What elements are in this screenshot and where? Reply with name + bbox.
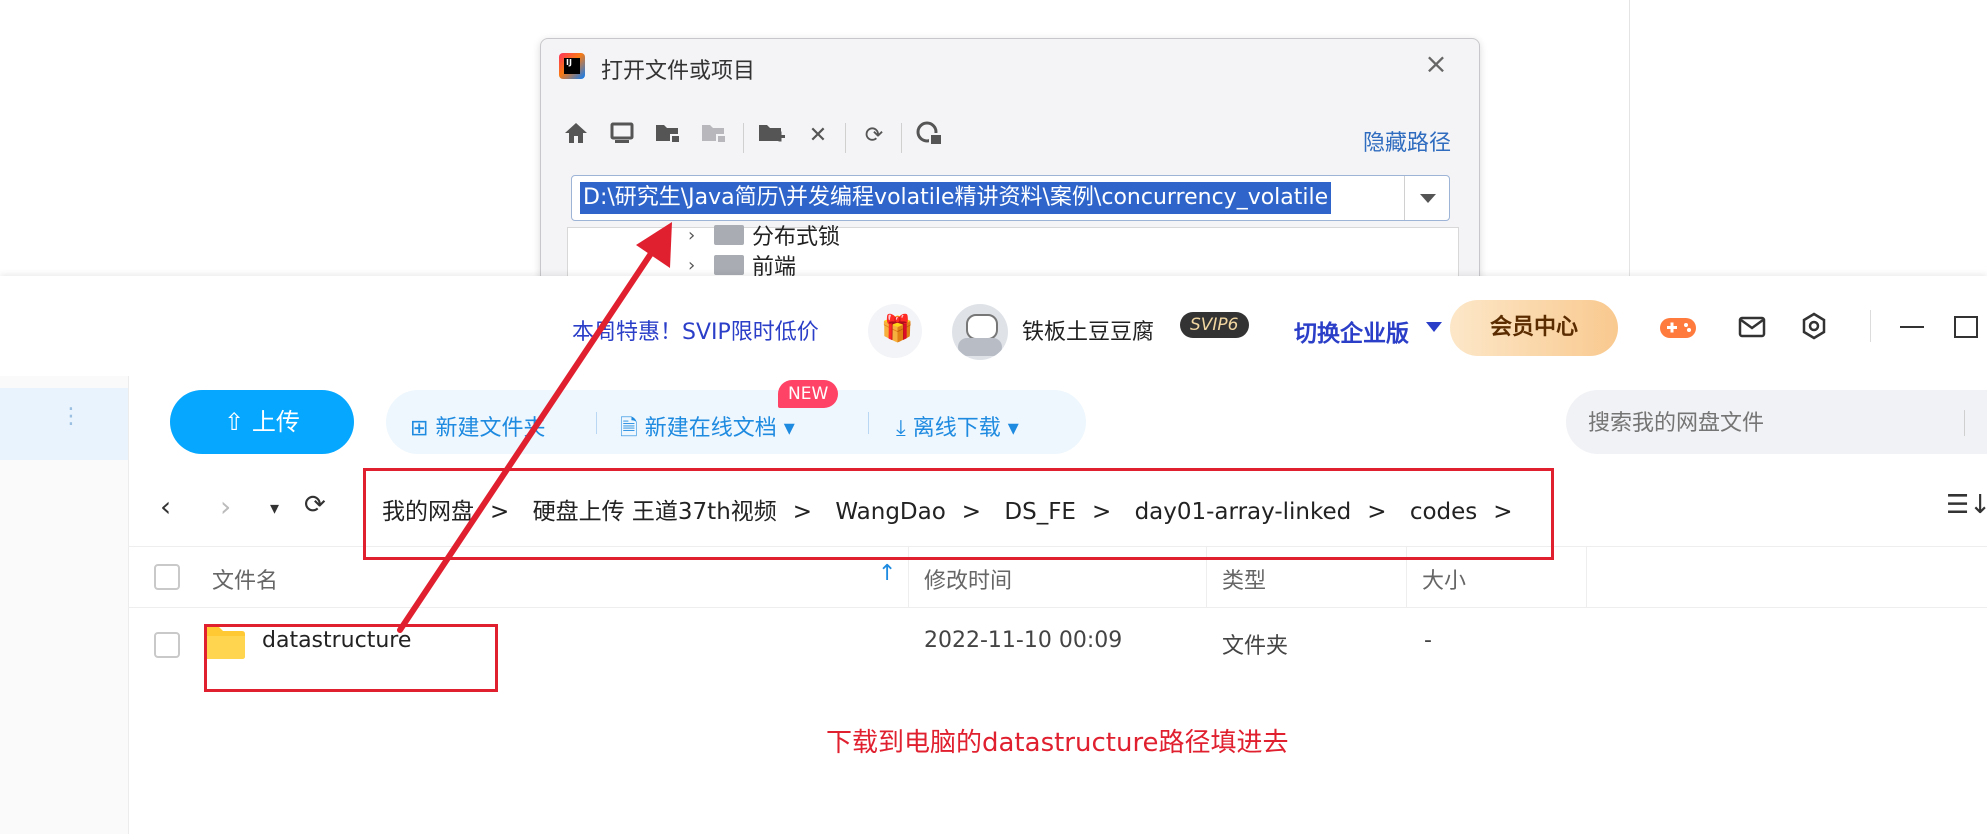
show-hidden-icon[interactable] (915, 121, 945, 151)
folder-icon (714, 225, 744, 245)
upload-button[interactable]: ⇧ 上传 (170, 390, 354, 454)
back-icon[interactable]: ‹ (160, 490, 171, 523)
background-window-edge (1629, 0, 1630, 276)
module-folder-icon[interactable] (699, 121, 729, 151)
caret-down-icon: ▾ (1000, 416, 1019, 441)
new-badge: NEW (778, 380, 839, 408)
select-all-checkbox[interactable] (154, 564, 180, 590)
game-icon[interactable] (1658, 314, 1698, 342)
refresh-icon[interactable]: ⟳ (859, 121, 889, 151)
switch-enterprise-link[interactable]: 切换企业版 (1294, 314, 1409, 348)
column-header-name[interactable]: 文件名 (212, 563, 278, 595)
search-input[interactable] (1586, 390, 1950, 456)
close-icon[interactable]: × (1421, 49, 1451, 79)
chevron-right-icon[interactable]: › (688, 225, 714, 246)
action-separator (868, 412, 869, 434)
chevron-right-icon[interactable]: › (688, 255, 714, 276)
breadcrumb-highlight-box (363, 468, 1554, 560)
file-size: - (1424, 628, 1432, 653)
annotation-note: 下载到电脑的datastructure路径填进去 (826, 728, 1289, 758)
toolbar-separator (845, 123, 846, 153)
sort-ascending-icon[interactable]: ↑ (878, 561, 896, 586)
forward-icon[interactable]: › (220, 490, 231, 523)
new-folder-icon[interactable] (757, 121, 787, 151)
tree-item-label: 分布式锁 (752, 225, 841, 250)
folder-icon (714, 255, 744, 275)
folder-highlight-box (204, 624, 498, 692)
username[interactable]: 铁板土豆豆腐 (1022, 314, 1154, 346)
open-file-dialog: IJ 打开文件或项目 × ✕ ⟳ 隐藏路径 D:\研究生\Java简历\并发编程… (540, 38, 1480, 300)
path-input[interactable]: D:\研究生\Java简历\并发编程volatile精讲资料\案例\concur… (571, 175, 1450, 221)
home-icon[interactable] (561, 121, 591, 151)
download-icon: ⤓ (896, 416, 913, 441)
history-dropdown-icon[interactable]: ▾ (270, 498, 279, 519)
project-folder-icon[interactable] (653, 121, 683, 151)
intellij-logo-icon: IJ (559, 53, 585, 79)
search-box[interactable] (1566, 390, 1987, 456)
new-online-doc-button[interactable]: 🗎 新建在线文档 ▾ (620, 410, 795, 449)
column-header-size[interactable]: 大小 (1422, 563, 1466, 595)
gift-icon[interactable]: 🎁 (868, 304, 922, 358)
tree-item[interactable]: › 分布式锁 (688, 220, 841, 251)
path-input-selected-text[interactable]: D:\研究生\Java简历\并发编程volatile精讲资料\案例\concur… (580, 182, 1332, 214)
caret-down-icon: ▾ (776, 416, 795, 441)
column-header-modified[interactable]: 修改时间 (924, 563, 1012, 595)
file-modified: 2022-11-10 00:09 (924, 628, 1123, 653)
avatar[interactable] (952, 304, 1008, 360)
document-icon: 🗎 (620, 416, 645, 441)
more-icon[interactable]: ⋮ (60, 406, 82, 428)
top-bar: 本周特惠！SVIP限时低价 🎁 铁板土豆豆腐 SVIP6 切换企业版 会员中心 (0, 276, 1987, 376)
vip-badge: SVIP6 (1180, 312, 1249, 338)
gear-icon[interactable] (1800, 312, 1828, 340)
dialog-title: 打开文件或项目 (601, 59, 756, 84)
path-history-dropdown[interactable] (1404, 176, 1449, 220)
offline-download-button[interactable]: ⤓ 离线下载 ▾ (896, 410, 1019, 442)
toolbar-separator (901, 123, 902, 153)
file-type: 文件夹 (1222, 634, 1289, 659)
new-folder-button[interactable]: ⊞ 新建文件夹 (410, 410, 545, 442)
mail-icon[interactable] (1738, 316, 1766, 338)
column-separator[interactable] (1586, 547, 1587, 607)
sort-list-icon[interactable]: ☰↓ (1946, 490, 1987, 520)
member-center-button[interactable]: 会员中心 (1450, 300, 1618, 356)
maximize-icon[interactable] (1954, 316, 1978, 338)
upload-icon: ⇧ (224, 408, 252, 436)
row-checkbox[interactable] (154, 632, 180, 658)
add-folder-icon: ⊞ (410, 416, 436, 441)
toolbar-separator (743, 123, 744, 153)
caret-down-icon[interactable] (1426, 322, 1442, 332)
hide-path-link[interactable]: 隐藏路径 (1363, 125, 1451, 157)
refresh-icon[interactable]: ⟳ (304, 490, 326, 520)
action-separator (596, 412, 597, 434)
svip-promo-link[interactable]: 本周特惠！SVIP限时低价 (572, 314, 819, 346)
column-header-type[interactable]: 类型 (1222, 563, 1266, 595)
action-group: ⊞ 新建文件夹 🗎 新建在线文档 ▾ ⤓ 离线下载 ▾ (386, 390, 1086, 454)
minimize-icon[interactable] (1900, 326, 1924, 328)
delete-icon[interactable]: ✕ (803, 121, 833, 151)
desktop-icon[interactable] (607, 121, 637, 151)
toolbar-separator (1870, 310, 1871, 342)
search-separator (1964, 410, 1965, 436)
